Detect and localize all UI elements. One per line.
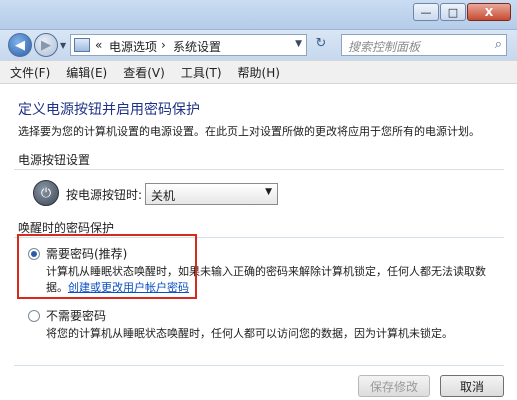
- close-button[interactable]: X: [467, 3, 511, 21]
- menu-bar: 文件(F) 编辑(E) 查看(V) 工具(T) 帮助(H): [0, 60, 517, 84]
- navigation-bar: ◀ ▶ ▼ « 电源选项 › 系统设置 ▼ ↻ 搜索控制面板 ⌕: [0, 30, 517, 60]
- minimize-button[interactable]: —: [413, 3, 439, 21]
- control-panel-icon: [74, 38, 90, 52]
- page-description: 选择要为您的计算机设置的电源设置。在此页上对设置所做的更改将应用于您所有的电源计…: [18, 125, 480, 138]
- address-dropdown-icon[interactable]: ▼: [295, 39, 302, 49]
- power-button-section-header: 电源按钮设置: [18, 153, 91, 167]
- save-changes-button[interactable]: 保存修改: [358, 375, 430, 397]
- back-button[interactable]: ◀: [8, 33, 32, 57]
- menu-tools[interactable]: 工具(T): [181, 64, 222, 81]
- breadcrumb-power-options[interactable]: 电源选项: [109, 38, 157, 55]
- refresh-icon[interactable]: ↻: [311, 36, 331, 54]
- address-bar[interactable]: « 电源选项 › 系统设置 ▼: [70, 34, 307, 56]
- menu-view[interactable]: 查看(V): [123, 64, 165, 81]
- chevron-down-icon: ▼: [265, 187, 272, 197]
- forward-button[interactable]: ▶: [34, 33, 58, 57]
- title-bar: — □ X: [0, 0, 517, 30]
- search-input[interactable]: 搜索控制面板 ⌕: [341, 34, 507, 56]
- search-placeholder: 搜索控制面板: [348, 40, 421, 54]
- power-button-action-select[interactable]: 关机 ▼: [145, 183, 278, 205]
- power-icon: ⏻: [33, 180, 59, 206]
- no-password-radio[interactable]: [28, 310, 40, 322]
- menu-help[interactable]: 帮助(H): [238, 64, 280, 81]
- footer-divider: [14, 365, 504, 366]
- menu-file[interactable]: 文件(F): [10, 64, 50, 81]
- breadcrumb-system-settings[interactable]: 系统设置: [173, 38, 221, 55]
- power-button-label: 按电源按钮时:: [66, 188, 143, 202]
- content-area: 定义电源按钮并启用密码保护 选择要为您的计算机设置的电源设置。在此页上对设置所做…: [0, 85, 517, 400]
- breadcrumb-separator-icon[interactable]: ›: [161, 38, 166, 52]
- recent-pages-dropdown[interactable]: ▼: [60, 41, 66, 50]
- maximize-button[interactable]: □: [440, 3, 466, 21]
- cancel-button[interactable]: 取消: [440, 375, 504, 397]
- no-password-description: 将您的计算机从睡眠状态唤醒时，任何人都可以访问您的数据，因为计算机未锁定。: [46, 327, 453, 340]
- window-controls: — □ X: [412, 3, 511, 21]
- power-button-action-value: 关机: [151, 189, 176, 203]
- no-password-label[interactable]: 不需要密码: [46, 307, 106, 324]
- page-title: 定义电源按钮并启用密码保护: [18, 102, 200, 118]
- menu-edit[interactable]: 编辑(E): [66, 64, 107, 81]
- section-divider: [14, 169, 504, 170]
- highlight-annotation: [17, 234, 197, 299]
- address-prefix[interactable]: «: [95, 38, 102, 52]
- search-icon[interactable]: ⌕: [495, 37, 502, 52]
